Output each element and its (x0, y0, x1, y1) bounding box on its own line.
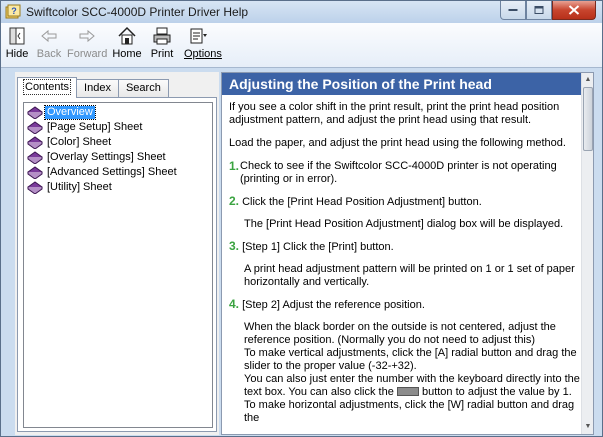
step-2-row: 2. Click the [Print Head Position Adjust… (229, 195, 583, 209)
tree-item-label: [Advanced Settings] Sheet (47, 166, 177, 178)
topic-content-pane: Adjusting the Position of the Print head… (221, 72, 594, 435)
step-2-text: Click the [Print Head Position Adjustmen… (242, 196, 482, 208)
scrollbar-thumb[interactable] (583, 87, 593, 151)
step-4-line-5: To make horizontal adjustments, click th… (244, 399, 575, 424)
intro-paragraph: If you see a color shift in the print re… (229, 101, 560, 126)
tab-contents-label: Contents (22, 79, 72, 95)
hide-pane-icon (9, 27, 25, 45)
back-label: Back (36, 48, 62, 60)
book-icon (27, 181, 43, 194)
step-1-text: Check to see if the Swiftcolor SCC-4000D… (240, 160, 557, 185)
maximize-icon (534, 6, 544, 14)
printer-icon (153, 27, 171, 45)
help-app-icon: ? (5, 4, 21, 19)
load-paragraph: Load the paper, and adjust the print hea… (229, 137, 566, 149)
book-icon (27, 166, 43, 179)
step-1: 1. Check to see if the Swiftcolor SCC-40… (229, 160, 583, 186)
tree-item-label: [Page Setup] Sheet (47, 121, 143, 133)
step-4-line-4-text: button to adjust the value by 1. (421, 386, 572, 398)
tree-item-overview[interactable]: Overview (27, 105, 212, 120)
tree-item-label: Overview (44, 105, 96, 120)
step-2-detail: The [Print Head Position Adjustment] dia… (244, 218, 564, 230)
step-3-number: 3. (229, 239, 240, 253)
contents-tree[interactable]: Overview [Page Setup] Sheet [Color] Shee… (23, 102, 213, 428)
step-4-line-2: To make vertical adjustments, click the … (244, 347, 577, 372)
caption-buttons (500, 1, 596, 20)
svg-text:?: ? (11, 6, 17, 16)
back-arrow-icon (41, 29, 57, 43)
forward-button[interactable]: Forward (67, 25, 107, 65)
forward-label: Forward (67, 48, 108, 60)
tab-contents[interactable]: Contents (17, 77, 78, 98)
step-3: 3. [Step 1] Click the [Print] button. A … (229, 240, 583, 289)
maximize-button[interactable] (526, 1, 552, 20)
spin-buttons-icon (396, 387, 419, 396)
step-3-row: 3. [Step 1] Click the [Print] button. (229, 240, 583, 254)
print-button[interactable]: Print (147, 25, 177, 65)
tree-item-overlay-settings[interactable]: [Overlay Settings] Sheet (27, 150, 212, 165)
tree-item-color[interactable]: [Color] Sheet (27, 135, 212, 150)
options-button[interactable]: Options (184, 25, 224, 65)
tab-index-label: Index (84, 82, 111, 94)
help-window: ? Swiftcolor SCC-4000D Printer Driver He… (0, 0, 603, 437)
toolbar: Hide Back Forward Home Print Options (1, 23, 602, 68)
contents-panel: Overview [Page Setup] Sheet [Color] Shee… (17, 97, 217, 432)
tree-item-label: [Overlay Settings] Sheet (47, 151, 166, 163)
book-icon (27, 121, 43, 134)
tree-item-advanced-settings[interactable]: [Advanced Settings] Sheet (27, 165, 212, 180)
tree-item-utility[interactable]: [Utility] Sheet (27, 180, 212, 195)
print-label: Print (150, 48, 174, 60)
minimize-icon (508, 9, 518, 11)
close-icon (568, 5, 580, 15)
step-4-detail: When the black border on the outside is … (229, 321, 583, 425)
forward-arrow-icon (79, 29, 95, 43)
vertical-scrollbar[interactable]: ▲ ▼ (581, 73, 593, 434)
step-3-text: [Step 1] Click the [Print] button. (242, 241, 394, 253)
home-icon (118, 26, 136, 45)
hide-label: Hide (5, 48, 29, 60)
home-label: Home (112, 48, 142, 60)
step-4: 4. [Step 2] Adjust the reference positio… (229, 298, 583, 425)
minimize-button[interactable] (500, 1, 526, 20)
back-button[interactable]: Back (34, 25, 64, 65)
close-button[interactable] (552, 1, 596, 20)
title-bar[interactable]: ? Swiftcolor SCC-4000D Printer Driver He… (1, 1, 602, 23)
step-4-line-3: You can also just enter the number with … (244, 373, 583, 399)
scroll-down-arrow-icon[interactable]: ▼ (583, 421, 593, 433)
step-1-row: 1. Check to see if the Swiftcolor SCC-40… (229, 160, 583, 186)
tab-search[interactable]: Search (117, 79, 169, 98)
step-2: 2. Click the [Print Head Position Adjust… (229, 195, 583, 231)
tree-item-label: [Color] Sheet (47, 136, 112, 148)
window-title: Swiftcolor SCC-4000D Printer Driver Help (26, 5, 249, 19)
step-4-number: 4. (229, 297, 240, 311)
step-4-text: [Step 2] Adjust the reference position. (242, 299, 425, 311)
tree-item-label: [Utility] Sheet (47, 181, 112, 193)
step-1-number: 1. (229, 159, 240, 173)
scroll-up-arrow-icon[interactable]: ▲ (583, 74, 593, 86)
topic-heading: Adjusting the Position of the Print head (222, 73, 593, 95)
book-icon (27, 136, 43, 149)
step-3-detail: A print head adjustment pattern will be … (244, 263, 575, 288)
navigation-pane: Contents Index Search Overview [Page Set… (15, 72, 219, 435)
tab-search-label: Search (125, 82, 161, 94)
step-2-number: 2. (229, 194, 240, 208)
topic-body: If you see a color shift in the print re… (229, 101, 583, 434)
book-icon (27, 151, 43, 164)
step-4-row: 4. [Step 2] Adjust the reference positio… (229, 298, 583, 312)
options-menu-icon (190, 28, 207, 44)
options-label: Options (184, 48, 222, 60)
navigation-tabs: Contents Index Search (17, 77, 169, 98)
book-icon (27, 106, 43, 119)
tree-item-page-setup[interactable]: [Page Setup] Sheet (27, 120, 212, 135)
hide-button[interactable]: Hide (3, 25, 31, 65)
home-button[interactable]: Home (111, 25, 143, 65)
step-4-line-1: When the black border on the outside is … (244, 321, 556, 346)
tab-index[interactable]: Index (76, 79, 119, 98)
